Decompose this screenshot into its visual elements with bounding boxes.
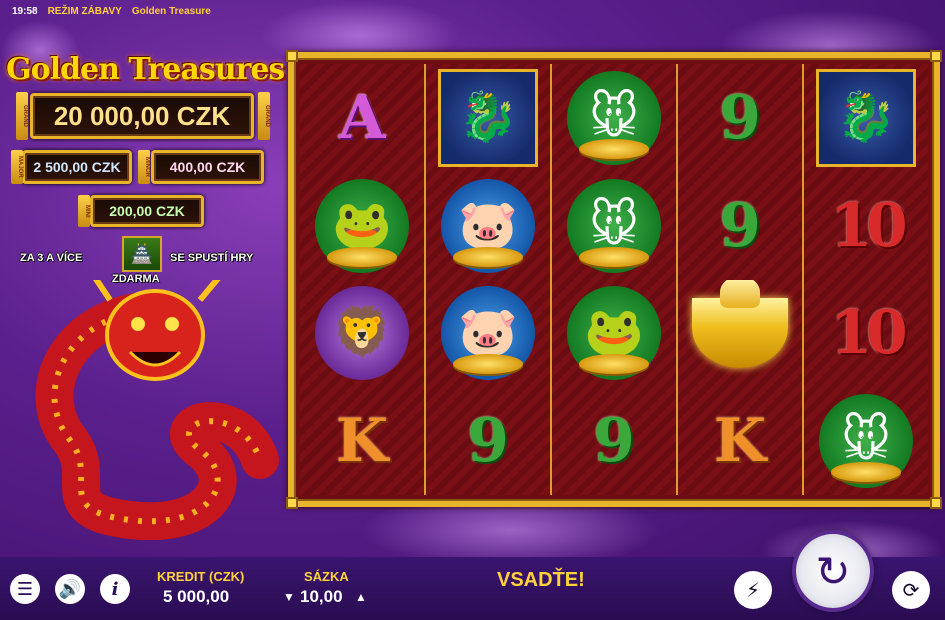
bonus-info-right: SE SPUSTÍ HRY	[170, 252, 254, 264]
gold-coins-icon	[579, 138, 649, 159]
frog-icon: 🐸	[567, 286, 661, 381]
reel-cell	[678, 279, 802, 388]
reel-cell: 🐭	[552, 172, 676, 280]
reel-cell: A	[300, 64, 424, 172]
bet-decrease-button[interactable]: ▼	[283, 590, 295, 604]
lion-dog-icon: 🦁	[315, 286, 409, 381]
reel-cell: 10	[804, 172, 928, 280]
reel-column: 🐉 10 10 🐭	[804, 64, 928, 495]
reel-cell: 9	[426, 387, 550, 495]
dragon-illustration	[10, 268, 290, 541]
frame-corner	[930, 50, 942, 62]
reel-cell: 🐉	[804, 64, 928, 172]
reel-cell: 🐭	[804, 387, 928, 495]
mode-label: REŽIM ZÁBAVY	[47, 5, 122, 17]
rat-icon: 🐭	[567, 178, 661, 273]
pig-icon: 🐷	[441, 178, 535, 273]
turbo-off-button[interactable]: ⚡	[734, 571, 772, 609]
bet-value: 10,00	[300, 587, 343, 606]
reel-cell: 9	[678, 172, 802, 280]
symbol-A: A	[338, 82, 386, 153]
bet-label: SÁZKA	[304, 569, 349, 584]
reel-cell: 🦁	[300, 280, 424, 388]
game-name: Golden Treasure	[131, 5, 211, 17]
symbol-9: 9	[719, 190, 761, 261]
frame-corner	[930, 497, 942, 509]
gold-coins-icon	[453, 246, 523, 267]
menu-button[interactable]: ☰	[10, 574, 40, 604]
jackpot-minor: 400,00 CZK	[151, 150, 264, 184]
frame-corner	[286, 497, 298, 509]
symbol-9: 9	[719, 82, 761, 153]
rat-icon: 🐭	[819, 394, 913, 489]
dragon-icon: 🐉	[816, 68, 916, 167]
reel-column: 🐭 🐭 🐸 9	[552, 64, 676, 495]
symbol-K: K	[713, 406, 767, 477]
reel-cell: 🐸	[552, 280, 676, 388]
reel-cell: 🐷	[426, 280, 550, 388]
jackpot-grand: 20 000,00 CZK	[30, 93, 254, 139]
jackpot-major-value: 2 500,00 CZK	[33, 159, 121, 175]
reel-cell: 🐭	[552, 64, 676, 172]
info-button[interactable]: i	[100, 574, 130, 604]
reels-grid: A 🐸 🦁 K 🐉 🐷 🐷 9 🐭 🐭 🐸 9 9 9 K 🐉 10 10 🐭	[300, 64, 928, 495]
reel-column: 9 9 K	[678, 64, 802, 495]
reel-cell: K	[678, 387, 802, 495]
reel-cell: 🐸	[300, 172, 424, 280]
jackpot-grand-value: 20 000,00 CZK	[53, 100, 231, 131]
gold-ingot-icon	[692, 279, 788, 369]
symbol-10: 10	[830, 298, 907, 369]
reel-cell: K	[300, 387, 424, 495]
bet-increase-button[interactable]: ▲	[355, 590, 367, 604]
symbol-10: 10	[830, 190, 907, 261]
rat-icon: 🐭	[567, 70, 661, 165]
bonus-scatter-icon: 🏯	[122, 236, 162, 272]
reel-cell: 🐷	[426, 172, 550, 280]
credit-value: 5 000,00	[163, 587, 230, 606]
reel-cell: 10	[804, 280, 928, 388]
jackpot-mini-tag: MINI	[78, 195, 90, 227]
frame-corner	[286, 50, 298, 62]
jackpot-mini-value: 200,00 CZK	[109, 203, 185, 219]
gold-coins-icon	[453, 354, 523, 375]
reel-cell: 🐉	[426, 64, 550, 172]
jackpot-grand-tag: GRAND	[16, 92, 28, 140]
dragon-icon: 🐉	[438, 68, 538, 167]
gold-coins-icon	[579, 246, 649, 267]
game-logo: Golden Treasures	[6, 52, 285, 87]
bonus-info-left: ZA 3 A VÍCE	[20, 252, 83, 264]
reel-cell: 9	[552, 387, 676, 495]
jackpot-grand-tag-right: GRAND	[258, 92, 270, 140]
gold-coins-icon	[327, 246, 397, 267]
clock: 19:58	[12, 5, 38, 17]
autoplay-button[interactable]: ⟳	[892, 571, 930, 609]
gold-coins-icon	[579, 354, 649, 375]
reel-column: A 🐸 🦁 K	[300, 64, 424, 495]
jackpot-minor-tag: MINOR	[138, 150, 150, 184]
symbol-9: 9	[593, 406, 635, 477]
reel-column: 🐉 🐷 🐷 9	[426, 64, 550, 495]
jackpot-minor-value: 400,00 CZK	[169, 159, 246, 175]
jackpot-major-tag: MAJOR	[11, 150, 23, 184]
pig-icon: 🐷	[441, 286, 535, 381]
reels-frame: A 🐸 🦁 K 🐉 🐷 🐷 9 🐭 🐭 🐸 9 9 9 K 🐉 10 10 🐭	[286, 50, 942, 509]
symbol-K: K	[335, 406, 389, 477]
jackpot-mini: 200,00 CZK	[90, 195, 204, 227]
status-bar: 19:58 REŽIM ZÁBAVY Golden Treasure	[0, 0, 945, 22]
credit-label: KREDIT (CZK)	[157, 569, 245, 584]
jackpot-major: 2 500,00 CZK	[22, 150, 132, 184]
spin-button[interactable]: ↻	[796, 534, 870, 608]
frog-icon: 🐸	[315, 178, 409, 273]
place-bet-label: VSADŤE!	[497, 569, 585, 591]
gold-coins-icon	[831, 462, 901, 483]
sound-button[interactable]: 🔊	[55, 574, 85, 604]
reel-cell: 9	[678, 64, 802, 172]
symbol-9: 9	[467, 406, 509, 477]
